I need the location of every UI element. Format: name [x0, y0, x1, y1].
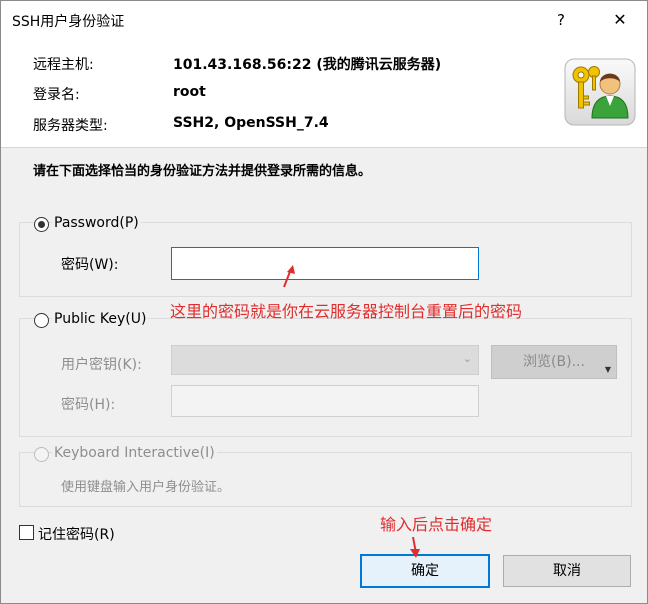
- annotation-arrow-icon: [283, 265, 295, 288]
- dropdown-arrow-icon: ▼: [604, 365, 611, 374]
- host-label: 远程主机:: [33, 57, 94, 73]
- cancel-button-label: 取消: [553, 563, 581, 579]
- public-key-radio[interactable]: [34, 313, 49, 328]
- login-value: root: [173, 84, 206, 100]
- passphrase-input[interactable]: [171, 385, 479, 417]
- ssh-auth-dialog: SSH用户身份验证 ? ✕ 远程主机: 101.43.168.56:22 (我的…: [0, 0, 648, 604]
- instruction-text: 请在下面选择恰当的身份验证方法并提供登录所需的信息。: [33, 164, 372, 179]
- user-key-select[interactable]: ⌄: [171, 345, 479, 375]
- ok-button-label: 确定: [411, 563, 439, 579]
- cancel-button[interactable]: 取消: [503, 555, 631, 587]
- server-type-label: 服务器类型:: [33, 118, 108, 134]
- user-key-label: 用户密钥(K):: [61, 357, 142, 373]
- password-input[interactable]: [171, 247, 479, 280]
- keyboard-interactive-label[interactable]: Keyboard Interactive(I): [52, 445, 217, 461]
- login-label: 登录名:: [33, 87, 80, 103]
- password-radio[interactable]: [34, 217, 49, 232]
- password-field-label: 密码(W):: [61, 257, 119, 273]
- ok-annotation: 输入后点击确定: [380, 515, 493, 534]
- chevron-down-icon: ⌄: [462, 352, 472, 365]
- ok-button[interactable]: 确定: [360, 554, 490, 588]
- passphrase-label: 密码(H):: [61, 397, 116, 413]
- password-radio-label[interactable]: Password(P): [52, 215, 141, 231]
- annotation-arrow-icon: [410, 536, 420, 558]
- public-key-radio-label[interactable]: Public Key(U): [52, 311, 149, 327]
- server-type-value: SSH2, OpenSSH_7.4: [173, 115, 329, 131]
- browse-button[interactable]: 浏览(B)... ▼: [491, 345, 617, 379]
- title-bar: SSH用户身份验证 ? ✕: [1, 1, 647, 39]
- help-button[interactable]: ?: [548, 7, 574, 33]
- host-value: 101.43.168.56:22 (我的腾讯云服务器): [173, 57, 442, 73]
- password-annotation: 这里的密码就是你在云服务器控制台重置后的密码: [170, 302, 523, 321]
- window-title: SSH用户身份验证: [12, 14, 125, 30]
- keyboard-interactive-description: 使用键盘输入用户身份验证。: [61, 480, 231, 495]
- header-separator: [1, 147, 647, 148]
- close-button[interactable]: ✕: [600, 7, 640, 33]
- remember-password-checkbox[interactable]: [19, 525, 34, 540]
- keyboard-interactive-radio[interactable]: [34, 447, 49, 462]
- connection-info-panel: 远程主机: 101.43.168.56:22 (我的腾讯云服务器) 登录名: r…: [1, 39, 647, 147]
- remember-password-label[interactable]: 记住密码(R): [38, 524, 115, 544]
- browse-button-label: 浏览(B)...: [523, 354, 585, 370]
- user-key-icon: [564, 58, 636, 126]
